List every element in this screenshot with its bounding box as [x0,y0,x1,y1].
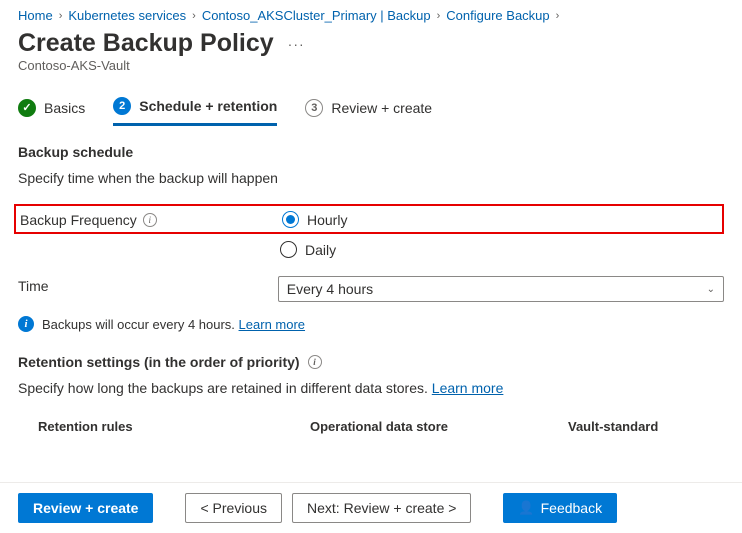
breadcrumb-k8s-services[interactable]: Kubernetes services [68,8,186,23]
chevron-right-icon: › [192,10,196,22]
step-label: Review + create [331,100,432,116]
next-button[interactable]: Next: Review + create > [292,493,471,523]
radio-icon [282,211,299,228]
more-actions-icon[interactable]: ··· [288,36,305,52]
radio-icon [280,241,297,258]
step-review-create[interactable]: 3 Review + create [305,99,432,125]
radio-label: Hourly [307,212,347,228]
col-retention-rules: Retention rules [38,419,310,434]
backup-info-line: i Backups will occur every 4 hours. Lear… [18,316,724,332]
backup-schedule-desc: Specify time when the backup will happen [18,170,724,186]
feedback-button[interactable]: 👤 Feedback [503,493,617,523]
check-icon: ✓ [18,99,36,117]
breadcrumb-configure-backup[interactable]: Configure Backup [446,8,549,23]
info-icon[interactable]: i [308,355,322,369]
col-vault-standard: Vault-standard [568,419,724,434]
review-create-button[interactable]: Review + create [18,493,153,523]
backup-frequency-label: Backup Frequency i [20,210,282,228]
step-label: Schedule + retention [139,98,277,114]
person-icon: 👤 [518,500,534,516]
step-label: Basics [44,100,85,116]
chevron-right-icon: › [59,10,63,22]
radio-daily[interactable]: Daily [280,241,336,258]
retention-columns-header: Retention rules Operational data store V… [18,419,724,434]
breadcrumb: Home › Kubernetes services › Contoso_AKS… [0,0,742,27]
breadcrumb-home[interactable]: Home [18,8,53,23]
info-text: Backups will occur every 4 hours. [42,317,235,332]
info-icon: i [18,316,34,332]
chevron-right-icon: › [437,10,441,22]
previous-button[interactable]: < Previous [185,493,282,523]
radio-hourly[interactable]: Hourly [282,211,347,228]
step-number-icon: 3 [305,99,323,117]
chevron-down-icon: ⌄ [707,284,715,295]
wizard-steps: ✓ Basics 2 Schedule + retention 3 Review… [0,91,742,126]
breadcrumb-cluster-backup[interactable]: Contoso_AKSCluster_Primary | Backup [202,8,431,23]
step-schedule-retention[interactable]: 2 Schedule + retention [113,97,277,126]
retention-desc: Specify how long the backups are retaine… [18,380,724,396]
feedback-label: Feedback [541,500,602,516]
highlight-annotation: Backup Frequency i Hourly [14,204,724,234]
time-label: Time [18,276,278,294]
chevron-right-icon: › [556,10,560,22]
info-icon[interactable]: i [143,213,157,227]
page-subtitle: Contoso-AKS-Vault [0,58,742,91]
retention-heading: Retention settings (in the order of prio… [18,354,724,370]
time-select[interactable]: Every 4 hours ⌄ [278,276,724,302]
step-number-icon: 2 [113,97,131,115]
page-title: Create Backup Policy [18,29,274,58]
backup-schedule-heading: Backup schedule [18,144,724,160]
time-select-value: Every 4 hours [287,281,373,297]
footer-bar: Review + create < Previous Next: Review … [0,482,742,533]
radio-label: Daily [305,242,336,258]
col-operational-store: Operational data store [310,419,568,434]
learn-more-link[interactable]: Learn more [239,317,305,332]
step-basics[interactable]: ✓ Basics [18,99,85,125]
learn-more-link[interactable]: Learn more [432,380,504,396]
